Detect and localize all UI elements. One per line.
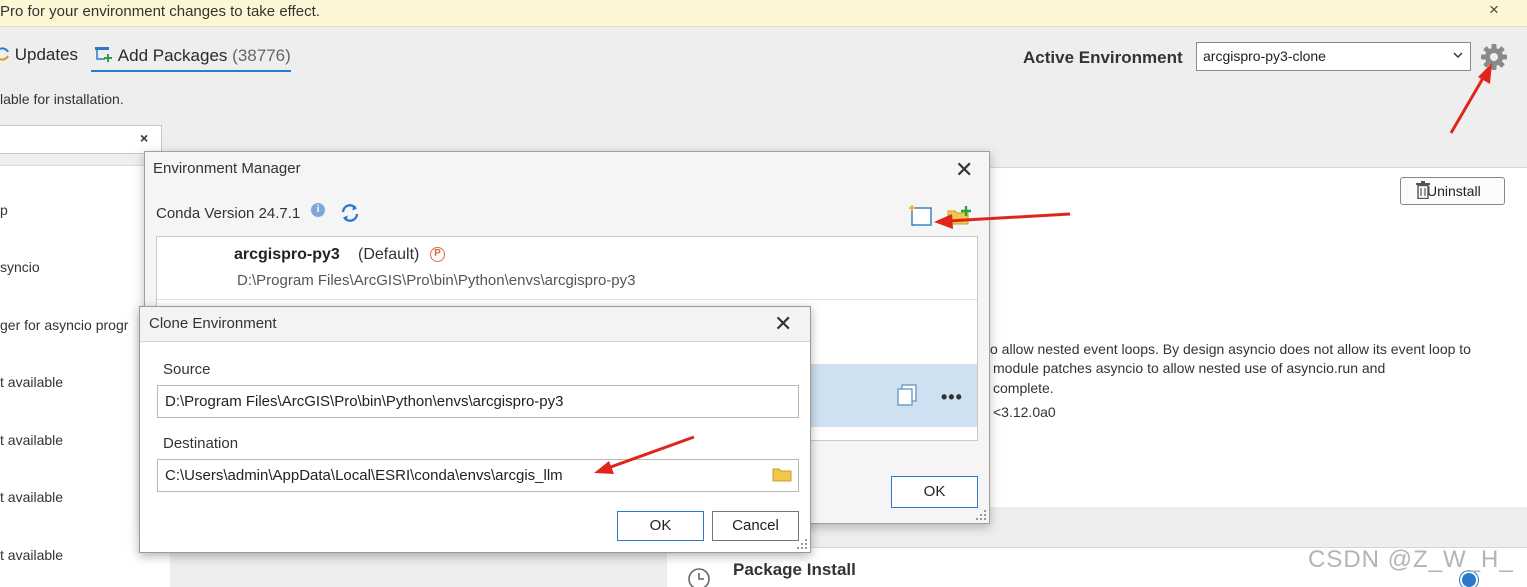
clone-dialog-close-button[interactable]: ✕ <box>774 311 792 337</box>
tab-updates-label: Updates <box>14 45 79 64</box>
resize-grip-icon[interactable] <box>976 510 986 520</box>
package-details-pane <box>990 167 1527 507</box>
trash-icon <box>1416 181 1430 199</box>
destination-label: Destination <box>163 435 239 452</box>
list-item[interactable]: t available <box>0 489 63 505</box>
divider <box>157 299 977 300</box>
banner-close-button[interactable]: × <box>1489 0 1499 20</box>
gear-icon[interactable] <box>1479 42 1509 72</box>
watermark: CSDN @Z_W_H_ <box>1308 546 1514 573</box>
environment-name[interactable]: arcgispro-py3 <box>234 246 340 264</box>
banner-message: Pro for your environment changes to take… <box>0 3 320 20</box>
more-options-icon[interactable]: ••• <box>941 387 963 408</box>
list-item[interactable]: ger for asyncio progr <box>0 317 128 333</box>
description-line: module patches asyncio to allow nested u… <box>993 360 1386 376</box>
active-environment-label: Active Environment <box>1023 48 1183 67</box>
list-item[interactable]: p <box>0 202 8 218</box>
default-label: (Default) <box>358 246 420 263</box>
tab-updates[interactable]: Updates <box>0 45 78 65</box>
info-icon[interactable]: i <box>311 203 325 217</box>
destination-field[interactable]: C:\Users\admin\AppData\Local\ESRI\conda\… <box>157 459 799 492</box>
clone-cancel-button[interactable]: Cancel <box>712 511 799 541</box>
package-install-title: Package Install <box>733 560 856 579</box>
environment-manager-ok-button[interactable]: OK <box>891 476 978 508</box>
list-item[interactable]: t available <box>0 432 63 448</box>
list-item[interactable]: t available <box>0 374 63 390</box>
list-item[interactable]: t available <box>0 547 63 563</box>
dependency-line: <3.12.0a0 <box>993 404 1056 420</box>
description-line: o allow nested event loops. By design as… <box>990 341 1471 357</box>
environment-manager-title: Environment Manager <box>153 160 301 177</box>
updates-icon <box>0 47 9 61</box>
tab-add-packages-label: Add Packages <box>117 46 228 65</box>
pro-badge-icon: P <box>430 247 445 262</box>
copy-icon[interactable] <box>897 384 917 406</box>
environment-path: D:\Program Files\ArcGIS\Pro\bin\Python\e… <box>237 272 636 289</box>
package-count: (38776) <box>232 46 291 65</box>
clone-environment-dialog <box>139 306 811 553</box>
add-packages-icon <box>95 47 112 62</box>
list-item[interactable]: syncio <box>0 259 40 275</box>
conda-version: Conda Version 24.7.1 <box>156 205 301 222</box>
search-input[interactable] <box>0 125 162 154</box>
browse-folder-icon[interactable] <box>772 466 792 482</box>
clock-icon <box>688 568 710 587</box>
available-text: lable for installation. <box>0 91 124 107</box>
source-field[interactable]: D:\Program Files\ArcGIS\Pro\bin\Python\e… <box>157 385 799 418</box>
search-clear-button[interactable]: × <box>140 130 148 146</box>
clone-dialog-title: Clone Environment <box>149 315 277 332</box>
new-environment-icon[interactable] <box>909 203 933 227</box>
tab-add-packages[interactable]: Add Packages (38776) <box>94 45 291 66</box>
description-line: complete. <box>993 380 1054 396</box>
add-environment-folder-icon[interactable] <box>947 205 973 227</box>
resize-grip-icon[interactable] <box>797 539 807 549</box>
clone-ok-button[interactable]: OK <box>617 511 704 541</box>
environment-manager-close-button[interactable]: ✕ <box>955 157 973 183</box>
chevron-down-icon <box>1453 52 1463 58</box>
source-label: Source <box>163 361 211 378</box>
refresh-icon[interactable] <box>340 203 360 223</box>
active-environment-select[interactable]: arcgispro-py3-clone <box>1196 42 1471 71</box>
active-tab-indicator <box>91 70 291 72</box>
